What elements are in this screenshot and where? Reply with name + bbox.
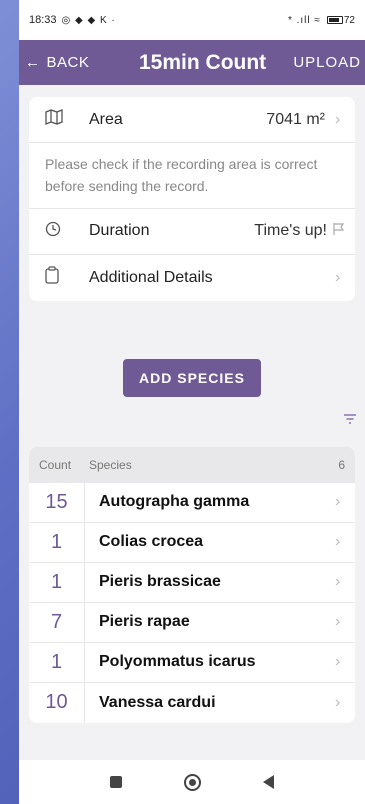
area-row[interactable]: Area 7041 m² ›: [29, 97, 355, 143]
map-icon: [45, 109, 75, 130]
battery-icon: 72: [326, 14, 355, 26]
list-item[interactable]: 7 Pieris rapae ›: [29, 602, 355, 643]
species-name: Pieris brassicae: [99, 573, 221, 591]
back-label: BACK: [46, 54, 90, 71]
duration-label: Duration: [89, 222, 150, 240]
chevron-right-icon: ›: [335, 693, 341, 711]
species-count: 7: [29, 602, 85, 642]
back-button[interactable]: ← BACK: [25, 54, 125, 71]
chevron-right-icon: ›: [335, 653, 341, 671]
duration-value: Time's up!: [254, 222, 327, 240]
system-nav-bar: [19, 760, 365, 804]
area-label: Area: [89, 110, 123, 128]
additional-details-label: Additional Details: [89, 268, 213, 286]
chevron-right-icon: ›: [335, 268, 341, 286]
list-item[interactable]: 15 Autographa gamma ›: [29, 482, 355, 523]
page-title: 15min Count: [139, 50, 267, 74]
add-species-button[interactable]: ADD SPECIES: [123, 358, 261, 397]
clock-icon: [45, 221, 75, 242]
back-triangle-icon[interactable]: [263, 775, 274, 789]
battery-level: 72: [343, 14, 355, 26]
notification-icons: ◎ ◆ ◆ K ·: [61, 14, 116, 26]
species-total: 6: [338, 457, 345, 472]
clipboard-icon: [45, 266, 75, 289]
flag-icon: [333, 222, 345, 241]
species-header: Species: [89, 457, 132, 472]
chevron-right-icon: ›: [335, 110, 341, 128]
chevron-right-icon: ›: [335, 613, 341, 631]
phone-screen: 18:33 ◎ ◆ ◆ K · * .ıll ≈ 72 ← BACK 15min…: [19, 0, 365, 804]
add-species-wrap: ADD SPECIES: [19, 358, 365, 397]
species-list: Count Species 6 15 Autographa gamma › 1 …: [29, 446, 355, 723]
list-item[interactable]: 10 Vanessa cardui ›: [29, 682, 355, 723]
area-value: 7041 m²: [266, 110, 325, 128]
list-item[interactable]: 1 Colias crocea ›: [29, 522, 355, 563]
duration-row[interactable]: Duration Time's up!: [29, 209, 355, 255]
species-name: Vanessa cardui: [99, 693, 216, 711]
species-name: Colias crocea: [99, 533, 204, 551]
upload-button[interactable]: UPLOAD: [293, 54, 365, 71]
count-header: Count: [39, 457, 72, 472]
chevron-right-icon: ›: [335, 493, 341, 511]
species-count: 10: [29, 682, 85, 723]
species-count: 1: [29, 522, 85, 562]
area-note: Please check if the recording area is co…: [29, 143, 355, 209]
species-count: 15: [29, 482, 85, 522]
recents-icon[interactable]: [110, 776, 122, 788]
species-count: 1: [29, 642, 85, 682]
list-item[interactable]: 1 Polyommatus icarus ›: [29, 642, 355, 683]
details-card: Area 7041 m² › Please check if the recor…: [29, 97, 355, 301]
filter-icon[interactable]: [19, 411, 365, 431]
chevron-right-icon: ›: [335, 573, 341, 591]
additional-details-row[interactable]: Additional Details ›: [29, 255, 355, 301]
list-item[interactable]: 1 Pieris brassicae ›: [29, 562, 355, 603]
species-name: Polyommatus icarus: [99, 653, 256, 671]
app-bar: ← BACK 15min Count UPLOAD: [19, 40, 365, 85]
species-name: Pieris rapae: [99, 613, 190, 631]
species-name: Autographa gamma: [99, 493, 250, 511]
arrow-left-icon: ←: [25, 54, 41, 71]
status-time: 18:33: [29, 14, 57, 26]
signal-icons: * .ıll ≈: [287, 14, 321, 26]
status-bar: 18:33 ◎ ◆ ◆ K · * .ıll ≈ 72: [19, 0, 365, 40]
home-icon[interactable]: [184, 773, 201, 791]
species-count: 1: [29, 562, 85, 602]
chevron-right-icon: ›: [335, 533, 341, 551]
species-list-header: Count Species 6: [29, 446, 355, 483]
